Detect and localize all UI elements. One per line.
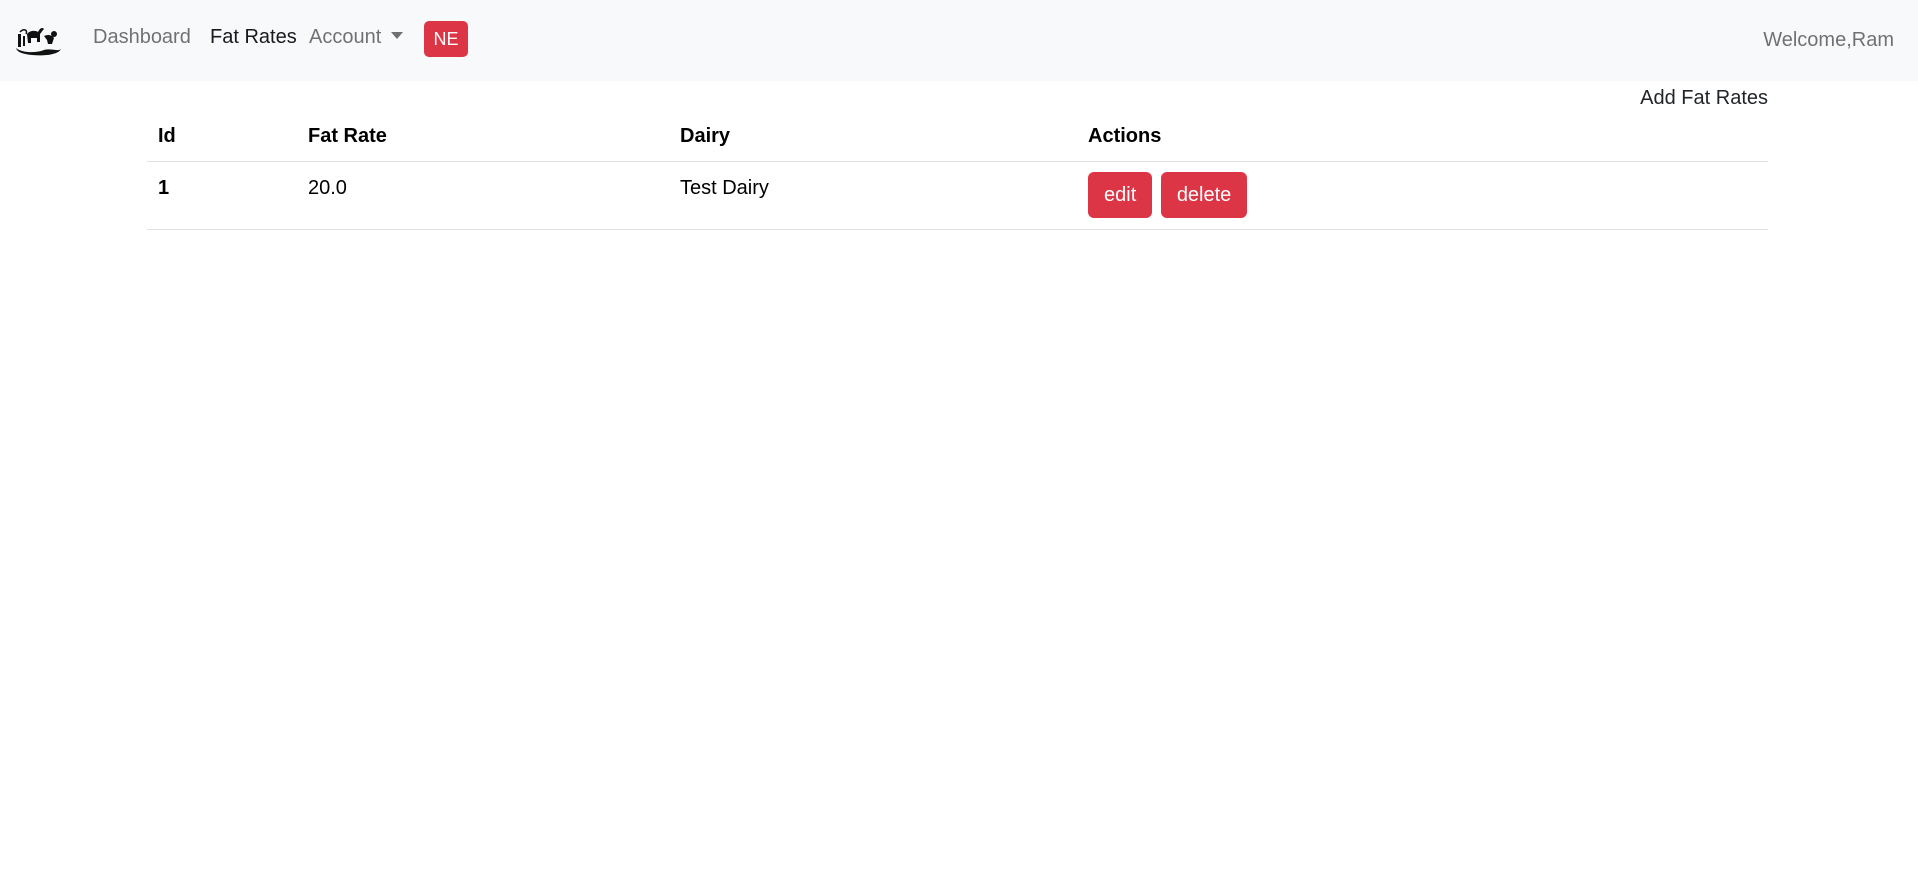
dairy-cow-logo-icon[interactable] xyxy=(14,22,62,56)
fat-rates-table-container: Id Fat Rate Dairy Actions 1 20.0 Test Da… xyxy=(147,112,1768,230)
header-id: Id xyxy=(147,112,297,162)
table-header-row: Id Fat Rate Dairy Actions xyxy=(147,112,1768,162)
header-actions: Actions xyxy=(1077,112,1768,162)
nav-dashboard-link[interactable]: Dashboard xyxy=(93,24,191,50)
cell-actions: edit delete xyxy=(1077,161,1768,230)
add-fat-rates-link[interactable]: Add Fat Rates xyxy=(1640,85,1768,111)
cell-dairy: Test Dairy xyxy=(669,161,1077,230)
header-dairy: Dairy xyxy=(669,112,1077,162)
ne-badge-button[interactable]: NE xyxy=(424,21,468,57)
cell-fat-rate: 20.0 xyxy=(297,161,669,230)
nav-fat-rates-link[interactable]: Fat Rates xyxy=(210,24,297,50)
cell-id: 1 xyxy=(147,161,297,230)
nav-account-dropdown[interactable]: Account xyxy=(309,24,404,50)
nav-account-label: Account xyxy=(309,26,382,48)
header-fat-rate: Fat Rate xyxy=(297,112,669,162)
top-navbar: Dashboard Fat Rates Account NE Welcome,R… xyxy=(0,0,1918,81)
table-row: 1 20.0 Test Dairy edit delete xyxy=(147,161,1768,230)
edit-button[interactable]: edit xyxy=(1088,171,1153,218)
welcome-text: Welcome,Ram xyxy=(1763,29,1894,51)
delete-button[interactable]: delete xyxy=(1160,171,1248,218)
fat-rates-table: Id Fat Rate Dairy Actions 1 20.0 Test Da… xyxy=(147,112,1768,230)
caret-down-icon xyxy=(391,32,404,39)
